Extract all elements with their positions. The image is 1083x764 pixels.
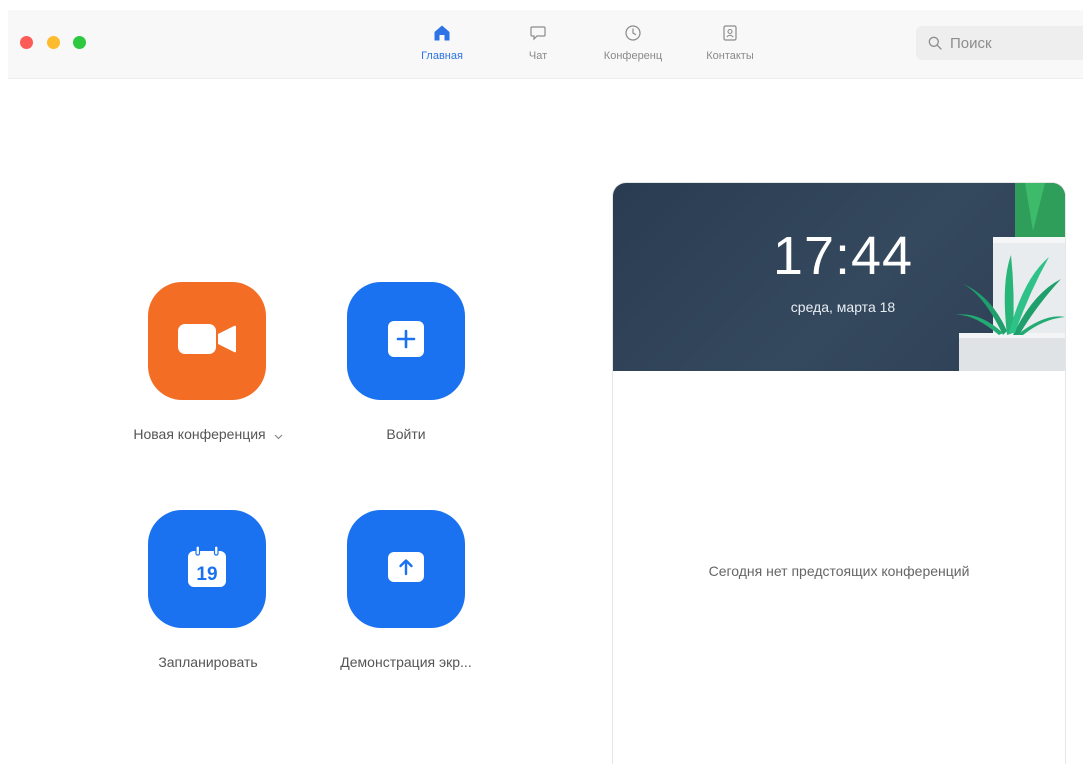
plant-illustration bbox=[955, 183, 1065, 371]
new-meeting-label-text: Новая конференция bbox=[133, 426, 266, 442]
join-button[interactable] bbox=[347, 282, 465, 400]
tab-home[interactable]: Главная bbox=[412, 22, 472, 72]
plus-icon bbox=[386, 319, 426, 364]
calendar-day-number: 19 bbox=[196, 564, 217, 585]
window-minimize-button[interactable] bbox=[47, 36, 60, 49]
tab-contacts[interactable]: Контакты bbox=[691, 22, 769, 72]
join-label: Войти bbox=[386, 426, 426, 442]
contacts-icon bbox=[719, 22, 741, 44]
current-time: 17:44 bbox=[772, 226, 914, 286]
video-camera-icon bbox=[176, 321, 238, 362]
calendar-icon: 19 bbox=[186, 544, 228, 594]
share-screen-label: Демонстрация экр... bbox=[340, 654, 472, 670]
card-header: 17:44 среда, марта 18 bbox=[613, 183, 1065, 371]
search-icon bbox=[928, 36, 942, 50]
window-close-button[interactable] bbox=[20, 36, 33, 49]
new-meeting-label[interactable]: Новая конференция bbox=[98, 426, 318, 443]
search-box[interactable] bbox=[916, 26, 1083, 60]
no-meetings-message: Сегодня нет предстоящих конференций bbox=[708, 563, 970, 579]
chevron-down-icon[interactable] bbox=[274, 427, 283, 443]
schedule-label: Запланировать bbox=[158, 654, 258, 670]
tab-chat[interactable]: Чат bbox=[516, 22, 560, 72]
tab-meetings[interactable]: Конференц bbox=[590, 22, 676, 72]
search-input[interactable] bbox=[948, 33, 1072, 53]
clock-icon bbox=[622, 22, 644, 44]
schedule-button[interactable]: 19 bbox=[148, 510, 266, 628]
chat-icon bbox=[527, 22, 549, 44]
new-meeting-button[interactable] bbox=[148, 282, 266, 400]
title-bar: Главная Чат Конференц Контакты bbox=[8, 10, 1083, 79]
tab-contacts-label: Контакты bbox=[706, 50, 754, 62]
upcoming-meetings-card: 17:44 среда, марта 18 Сегодня нет предст… bbox=[612, 182, 1066, 764]
tab-chat-label: Чат bbox=[528, 50, 548, 62]
window-maximize-button[interactable] bbox=[73, 36, 86, 49]
share-screen-button[interactable] bbox=[347, 510, 465, 628]
share-screen-icon bbox=[386, 550, 426, 589]
tab-home-label: Главная bbox=[421, 50, 463, 62]
current-date: среда, марта 18 bbox=[790, 299, 896, 315]
home-icon bbox=[431, 22, 453, 44]
tab-meetings-label: Конференц bbox=[603, 50, 663, 62]
